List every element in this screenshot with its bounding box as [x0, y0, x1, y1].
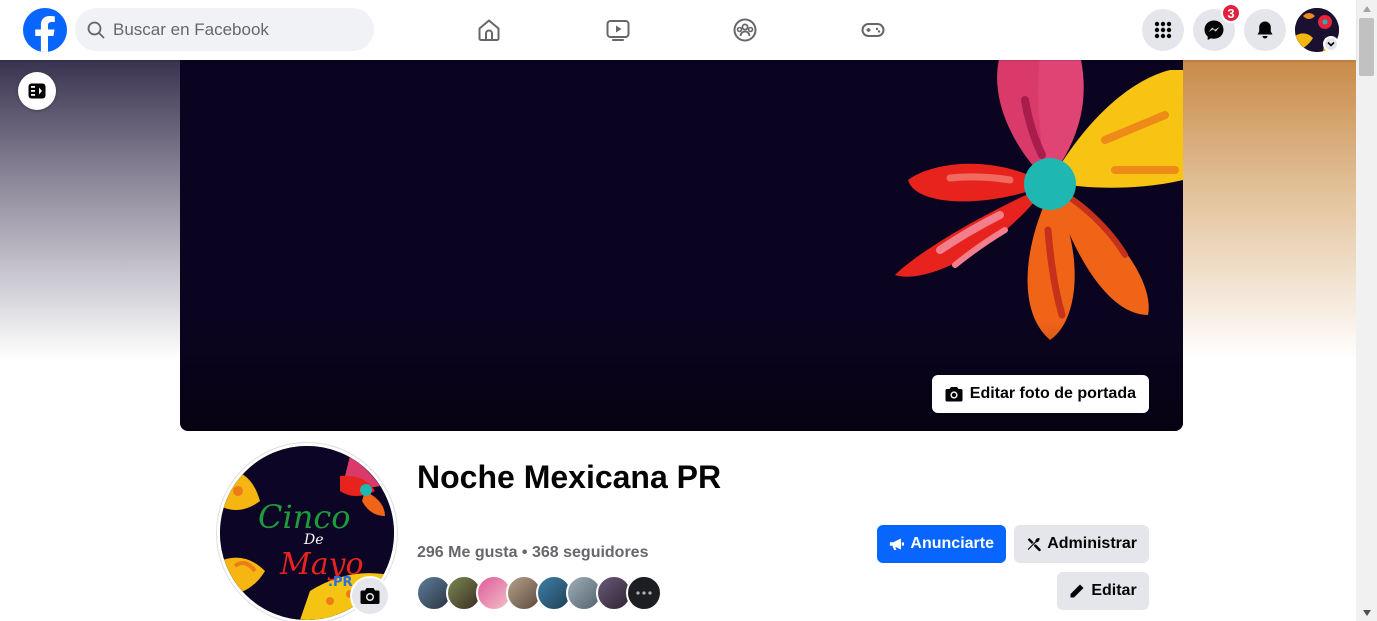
camera-icon — [360, 588, 380, 604]
update-profile-picture-button[interactable] — [350, 576, 390, 616]
video-icon — [606, 20, 630, 41]
page-stats[interactable]: 296 Me gusta • 368 seguidores — [417, 544, 648, 562]
edit-label: Editar — [1091, 582, 1137, 599]
cover-backdrop-right — [1182, 60, 1356, 360]
groups-icon — [733, 18, 757, 42]
nav-groups[interactable] — [717, 8, 773, 52]
manage-label: Administrar — [1047, 535, 1137, 552]
nav-video[interactable] — [590, 8, 646, 52]
facebook-logo-icon[interactable] — [23, 8, 67, 52]
scroll-down-arrow[interactable] — [1356, 604, 1377, 621]
panel-toggle-icon — [28, 83, 46, 99]
grid-menu-icon — [1154, 21, 1172, 39]
scroll-thumb[interactable] — [1359, 18, 1374, 76]
manage-button[interactable]: Administrar — [1014, 525, 1149, 563]
account-menu-caret[interactable] — [1323, 36, 1339, 52]
edit-cover-photo-button[interactable]: Editar foto de portada — [931, 375, 1149, 413]
bell-icon — [1257, 21, 1273, 39]
messenger-button[interactable]: 3 — [1193, 3, 1241, 51]
triangle-down-icon — [1362, 609, 1371, 616]
more-followers-button[interactable] — [626, 575, 662, 611]
cover-photo[interactable]: Editar foto de portada — [180, 60, 1183, 431]
sidebar-toggle-button[interactable] — [18, 72, 56, 110]
pencil-icon — [1070, 584, 1084, 598]
search-icon — [87, 21, 105, 38]
more-dots-icon — [636, 591, 652, 595]
camera-icon — [945, 387, 963, 402]
page-title: Noche Mexicana PR — [417, 459, 722, 495]
home-icon — [478, 19, 500, 41]
promote-button[interactable]: Anunciarte — [877, 525, 1006, 563]
chevron-down-icon — [1327, 41, 1335, 47]
scroll-up-arrow[interactable] — [1356, 0, 1377, 17]
top-navigation-bar: 3 — [0, 0, 1356, 60]
promote-label: Anunciarte — [910, 535, 994, 552]
triangle-up-icon — [1362, 5, 1371, 12]
edit-button[interactable]: Editar — [1057, 572, 1149, 610]
nav-home[interactable] — [461, 8, 517, 52]
gaming-icon — [861, 23, 885, 37]
tools-icon — [1027, 537, 1041, 552]
profile-text-pr: .PR — [328, 575, 352, 590]
messenger-notification-badge: 3 — [1221, 3, 1241, 23]
notifications-button[interactable] — [1244, 9, 1286, 51]
profile-text-de: De — [303, 532, 324, 548]
search-box[interactable] — [75, 8, 374, 51]
search-input[interactable] — [113, 19, 353, 40]
messenger-icon — [1204, 20, 1224, 40]
profile-text-cinco: Cinco — [258, 498, 351, 536]
page-scrollbar[interactable] — [1356, 0, 1377, 621]
nav-gaming[interactable] — [845, 8, 901, 52]
menu-button[interactable] — [1142, 9, 1184, 51]
follower-avatars[interactable] — [416, 575, 662, 611]
edit-cover-photo-label: Editar foto de portada — [969, 385, 1136, 402]
megaphone-icon — [889, 538, 904, 550]
